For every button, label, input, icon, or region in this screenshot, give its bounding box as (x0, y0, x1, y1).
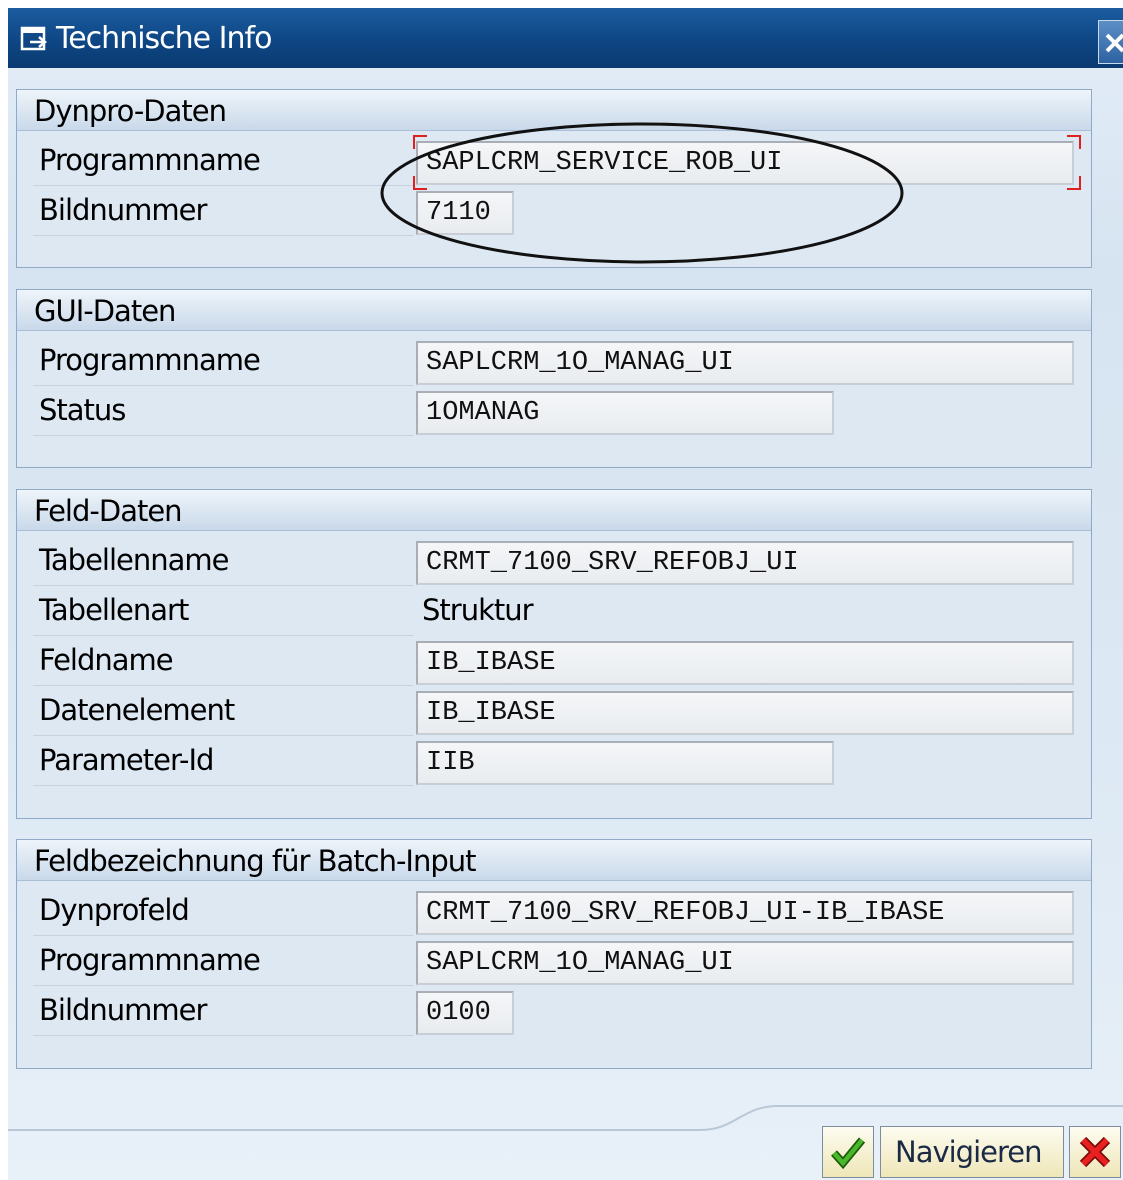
label-programmname: Programmname (39, 143, 261, 177)
window-link-icon (20, 26, 47, 51)
field-feldname[interactable]: IB_IBASE (416, 641, 1074, 685)
label-dynprofeld: Dynprofeld (39, 893, 190, 927)
group-gui-daten: GUI-Daten Programmname Status SAPLCRM_1O… (16, 289, 1092, 468)
label-tabellenart: Tabellenart (39, 593, 189, 627)
divider (33, 385, 413, 386)
label-bildnummer: Bildnummer (39, 993, 207, 1027)
label-status: Status (39, 393, 126, 427)
label-feldname: Feldname (39, 643, 174, 677)
label-programmname: Programmname (39, 943, 261, 977)
group-title: Feldbezeichnung für Batch-Input (34, 844, 477, 878)
label-datenelement: Datenelement (39, 693, 235, 727)
close-x-icon (1105, 33, 1123, 53)
group-header: Feldbezeichnung für Batch-Input (17, 840, 1091, 881)
close-button[interactable] (1098, 20, 1123, 64)
title-bar: Technische Info (8, 8, 1123, 68)
field-status[interactable]: 1OMANAG (416, 391, 834, 435)
divider (33, 635, 413, 636)
group-header: GUI-Daten (17, 290, 1091, 331)
group-batch-input: Feldbezeichnung für Batch-Input Dynprofe… (16, 839, 1092, 1069)
divider (33, 585, 413, 586)
label-parameter-id: Parameter-Id (39, 743, 214, 777)
field-parameter-id[interactable]: IIB (416, 741, 834, 785)
divider (33, 985, 413, 986)
divider (33, 785, 413, 786)
divider (33, 935, 413, 936)
label-bildnummer: Bildnummer (39, 193, 207, 227)
navigate-button-label: Navigieren (895, 1135, 1042, 1169)
divider (33, 1035, 413, 1036)
label-programmname: Programmname (39, 343, 261, 377)
value-tabellenart: Struktur (422, 593, 534, 627)
focus-corner (1067, 135, 1081, 149)
checkmark-icon (831, 1137, 866, 1170)
divider (33, 185, 413, 186)
field-tabellenname[interactable]: CRMT_7100_SRV_REFOBJ_UI (416, 541, 1074, 585)
group-title: Feld-Daten (34, 494, 183, 528)
group-feld-daten: Feld-Daten Tabellenname Tabellenart Feld… (16, 489, 1092, 819)
window-title: Technische Info (56, 21, 272, 56)
field-datenelement[interactable]: IB_IBASE (416, 691, 1074, 735)
navigate-button[interactable]: Navigieren (880, 1126, 1064, 1178)
divider (33, 685, 413, 686)
highlight-ellipse (380, 122, 904, 264)
field-programmname[interactable]: SAPLCRM_1O_MANAG_UI (416, 341, 1074, 385)
divider (33, 435, 413, 436)
cancel-x-icon (1079, 1136, 1111, 1168)
cancel-button[interactable] (1069, 1126, 1121, 1178)
ok-button[interactable] (822, 1126, 874, 1178)
field-bildnummer[interactable]: 0100 (416, 991, 514, 1035)
divider (33, 235, 413, 236)
focus-corner (1067, 176, 1081, 190)
field-dynprofeld[interactable]: CRMT_7100_SRV_REFOBJ_UI-IB_IBASE (416, 891, 1074, 935)
group-header: Feld-Daten (17, 490, 1091, 531)
divider (33, 735, 413, 736)
group-title: Dynpro-Daten (34, 94, 227, 128)
label-tabellenname: Tabellenname (39, 543, 230, 577)
group-title: GUI-Daten (34, 294, 176, 328)
field-programmname[interactable]: SAPLCRM_1O_MANAG_UI (416, 941, 1074, 985)
